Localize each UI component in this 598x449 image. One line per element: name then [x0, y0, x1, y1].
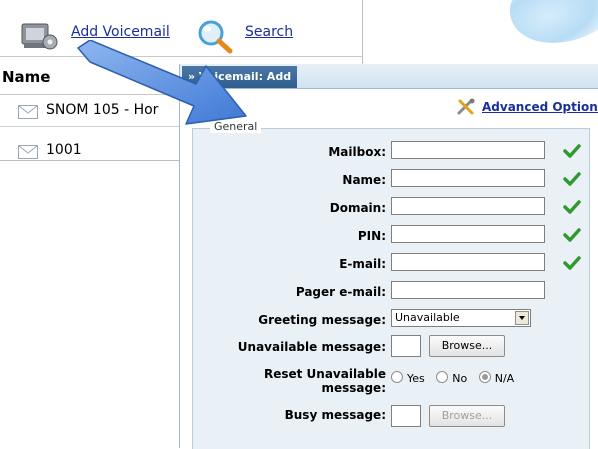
reset-unavailable-label: Reset Unavailable message: — [264, 367, 386, 395]
checkmark-icon — [563, 228, 581, 242]
greeting-message-row: Greeting message: Unavailable — [193, 309, 589, 333]
reset-unavailable-label-line1: Reset Unavailable — [263, 367, 386, 381]
greeting-message-select[interactable]: Unavailable — [391, 309, 531, 327]
reset-unavailable-na[interactable]: N/A — [478, 371, 515, 385]
add-voicemail-link[interactable]: Add Voicemail — [71, 24, 170, 40]
busy-message-row: Busy message: Browse... — [193, 405, 589, 429]
unavailable-message-browse-button[interactable]: Browse... — [429, 335, 505, 357]
name-row: Name: — [193, 169, 589, 193]
pin-label: PIN: — [357, 229, 386, 243]
pin-input[interactable] — [391, 225, 545, 243]
domain-row: Domain: — [193, 197, 589, 221]
name-column-header[interactable]: Name — [2, 68, 50, 86]
email-row: E-mail: — [193, 253, 589, 277]
radio-no[interactable] — [436, 371, 449, 383]
checkmark-icon — [563, 200, 581, 214]
radio-na[interactable] — [478, 371, 491, 383]
busy-message-file-field[interactable] — [391, 405, 421, 427]
pin-row: PIN: — [193, 225, 589, 249]
add-voicemail-icon[interactable] — [20, 20, 60, 52]
radio-yes[interactable] — [391, 371, 403, 383]
unavailable-message-label: Unavailable message: — [237, 340, 386, 354]
unavailable-message-row: Unavailable message: Browse... — [193, 335, 589, 359]
greeting-message-label: Greeting message: — [258, 313, 386, 327]
reset-unavailable-no[interactable]: No — [436, 371, 467, 385]
reset-unavailable-radio-group: Yes No N/A — [391, 371, 522, 385]
email-input[interactable] — [391, 253, 545, 271]
advanced-options-icon[interactable] — [456, 98, 476, 116]
decorative-swoosh — [497, 0, 598, 59]
radio-na-label: N/A — [494, 372, 515, 385]
domain-label: Domain: — [329, 201, 386, 215]
pager-email-label: Pager e-mail: — [295, 285, 386, 299]
envelope-icon — [18, 145, 38, 159]
general-fieldset: Mailbox: Name: Domain: PIN: E-mail: Page… — [192, 128, 590, 449]
envelope-icon — [18, 105, 38, 119]
reset-unavailable-row: Reset Unavailable message: Yes No N/A — [193, 367, 589, 401]
pager-email-row: Pager e-mail: — [193, 281, 589, 305]
dropdown-arrow-icon[interactable] — [515, 311, 529, 325]
unavailable-message-file-field[interactable] — [391, 335, 421, 357]
search-link[interactable]: Search — [245, 24, 293, 40]
mailbox-input[interactable] — [391, 141, 545, 159]
checkmark-icon — [563, 256, 581, 270]
advanced-options-link[interactable]: Advanced Options — [482, 100, 598, 114]
domain-input[interactable] — [391, 197, 545, 215]
checkmark-icon — [563, 144, 581, 158]
name-label: Name: — [342, 173, 386, 187]
pointer-arrow — [77, 40, 247, 125]
email-label: E-mail: — [339, 257, 386, 271]
pager-email-input[interactable] — [391, 281, 545, 299]
reset-unavailable-yes[interactable]: Yes — [391, 371, 425, 385]
radio-no-label: No — [452, 372, 468, 385]
busy-message-label: Busy message: — [284, 408, 386, 422]
reset-unavailable-label-line2: message: — [321, 381, 386, 395]
greeting-message-value: Unavailable — [395, 311, 460, 324]
busy-message-browse-button[interactable]: Browse... — [429, 405, 505, 427]
name-input[interactable] — [391, 169, 545, 187]
radio-yes-label: Yes — [407, 372, 425, 385]
mailbox-label: Mailbox: — [328, 145, 386, 159]
checkmark-icon — [563, 172, 581, 186]
